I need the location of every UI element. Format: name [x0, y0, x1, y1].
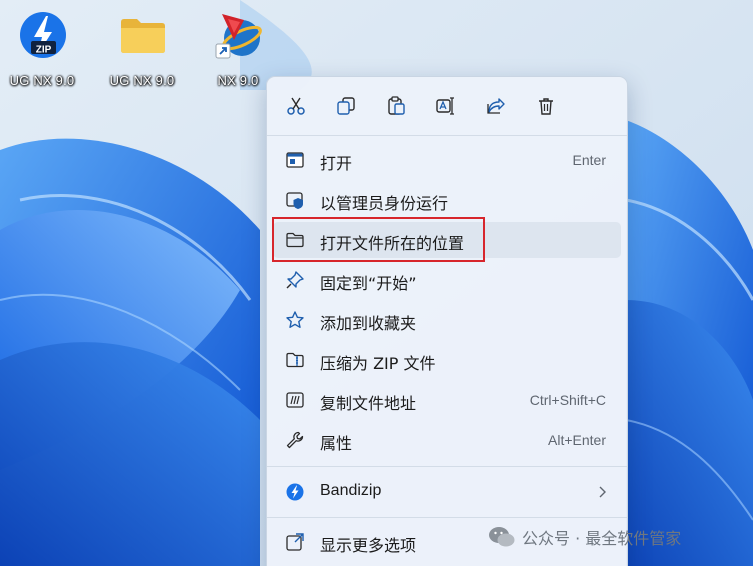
wechat-icon — [489, 527, 515, 547]
cut-button[interactable] — [279, 89, 313, 123]
context-menu-toolbar — [267, 77, 627, 135]
zip-badge: ZIP — [36, 45, 52, 56]
watermark-text: 公众号 · 最全软件管家 — [522, 529, 682, 548]
paste-icon — [388, 96, 405, 115]
menu-item-compress-zip[interactable]: 压缩为 ZIP 文件 — [273, 342, 621, 378]
highlight-box — [272, 217, 485, 262]
share-button[interactable] — [479, 89, 513, 123]
menu-item-label: 属性 — [320, 434, 353, 453]
chevron-right-icon — [595, 484, 609, 500]
window-icon — [285, 150, 305, 170]
menu-item-add-to-favorites[interactable]: 添加到收藏夹 — [273, 302, 621, 338]
desktop-icon-nx-shortcut[interactable]: NX 9.0 — [198, 6, 278, 92]
menu-item-label: 复制文件地址 — [320, 394, 417, 413]
wrench-icon — [285, 430, 305, 450]
rename-icon — [436, 97, 454, 115]
context-menu: 打开 Enter 以管理员身份运行 打开文件所在的位置 固定到“开始” 添加到收… — [266, 76, 628, 566]
menu-item-open[interactable]: 打开 Enter — [273, 142, 621, 178]
trash-icon — [539, 98, 553, 115]
share-icon — [487, 98, 505, 114]
menu-item-label: Bandizip — [320, 482, 382, 499]
zip-folder-icon — [285, 350, 305, 370]
desktop-icon-label: UG NX 9.0 — [109, 73, 175, 88]
scissors-icon — [287, 97, 305, 115]
rename-button[interactable] — [429, 89, 463, 123]
pin-icon — [285, 270, 305, 290]
menu-item-label: 压缩为 ZIP 文件 — [320, 354, 436, 373]
menu-item-shortcut: Ctrl+Shift+C — [529, 392, 606, 408]
svg-text:ZIP: ZIP — [36, 45, 52, 56]
menu-item-label: 打开 — [320, 154, 353, 173]
menu-item-shortcut: Alt+Enter — [548, 432, 606, 448]
desktop-icon-ug-nx-zip[interactable]: ZIP UG NX 9.0 — [2, 6, 82, 92]
menu-item-shortcut: Enter — [572, 152, 606, 168]
expand-icon — [285, 532, 305, 552]
folder-icon — [121, 19, 165, 53]
copy-icon — [337, 97, 355, 115]
menu-item-run-as-admin[interactable]: 以管理员身份运行 — [273, 182, 621, 218]
menu-item-properties[interactable]: 属性 Alt+Enter — [273, 422, 621, 458]
menu-item-bandizip[interactable]: Bandizip — [273, 474, 621, 510]
copy-button[interactable] — [329, 89, 363, 123]
desktop-icon-ug-nx-folder[interactable]: UG NX 9.0 — [102, 6, 182, 92]
menu-item-label: 添加到收藏夹 — [320, 314, 417, 333]
menu-separator — [267, 466, 627, 467]
menu-item-pin-to-start[interactable]: 固定到“开始” — [273, 262, 621, 298]
menu-item-label: 固定到“开始” — [320, 274, 417, 293]
menu-separator — [267, 135, 627, 136]
star-icon — [285, 310, 305, 330]
menu-item-label: 以管理员身份运行 — [320, 194, 449, 213]
menu-item-label: 显示更多选项 — [320, 536, 417, 555]
delete-button[interactable] — [529, 89, 563, 123]
shield-icon — [285, 190, 305, 210]
nx-app-shortcut-icon — [215, 14, 262, 59]
paste-button[interactable] — [379, 89, 413, 123]
desktop-icon-label: UG NX 9.0 — [9, 73, 75, 88]
bandizip-icon — [285, 482, 305, 502]
menu-item-copy-as-path[interactable]: 复制文件地址 Ctrl+Shift+C — [273, 382, 621, 418]
path-icon — [285, 390, 305, 410]
menu-separator — [267, 517, 627, 518]
